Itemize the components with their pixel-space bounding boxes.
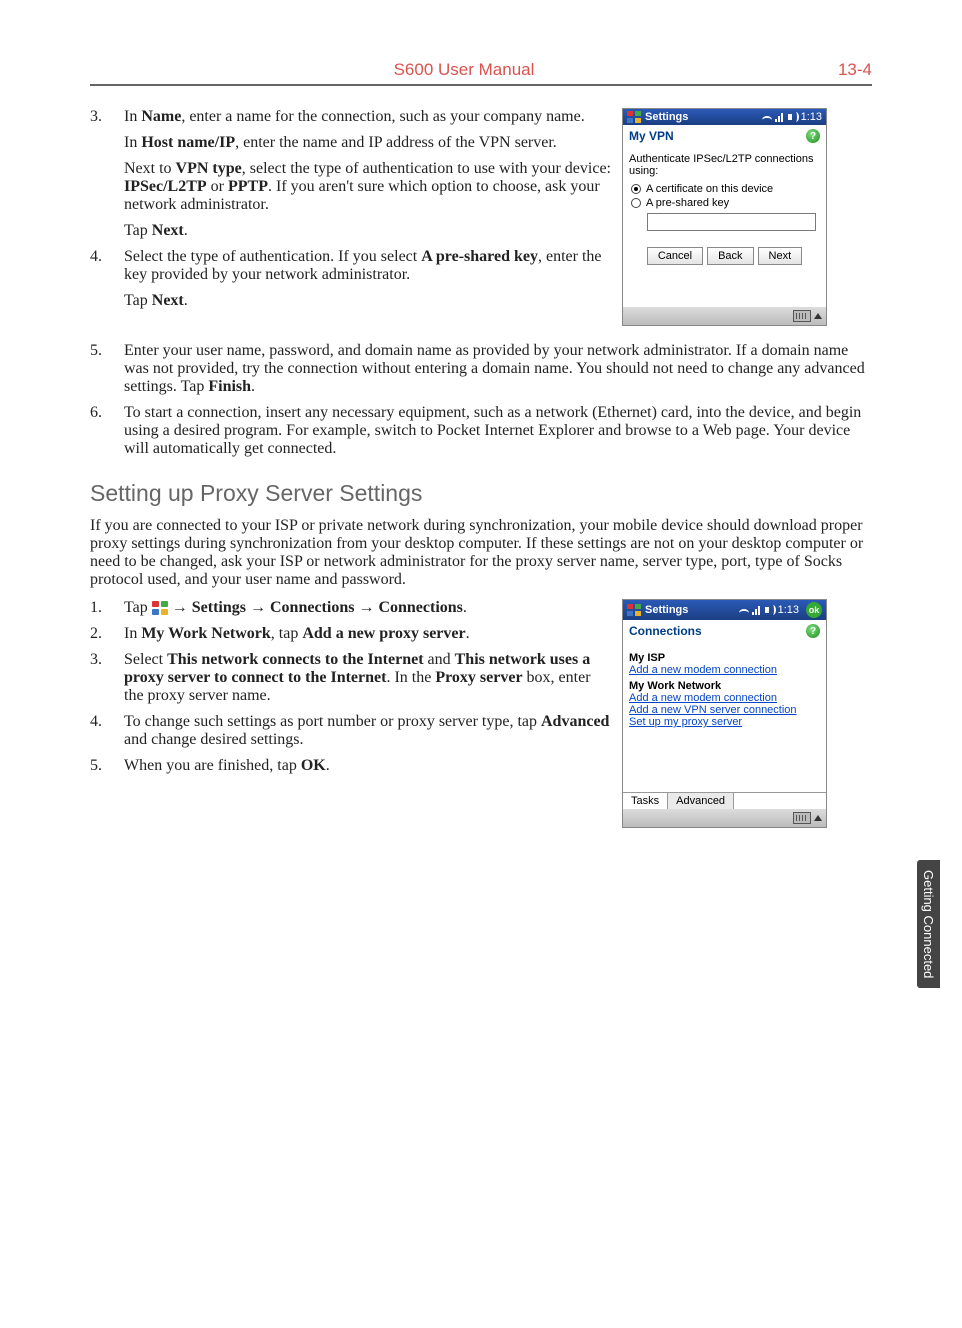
step-number: 5. — [90, 757, 116, 775]
connectivity-icon — [762, 112, 772, 122]
device-subtitle-row: Connections ? — [623, 620, 826, 642]
step-text: In Name, enter a name for the connection… — [124, 108, 585, 125]
device-bottombar — [623, 809, 826, 827]
windows-flag-icon — [627, 111, 641, 123]
clock: 1:13 — [778, 604, 799, 616]
proxy-step-1: 1. Tap → Settings → Connections → Connec… — [124, 599, 612, 617]
device-subtitle-row: My VPN ? — [623, 125, 826, 147]
device-subtitle: My VPN — [629, 129, 674, 143]
setup-proxy-link[interactable]: Set up my proxy server — [629, 716, 820, 728]
step-4: 4. Select the type of authentication. If… — [124, 248, 612, 310]
add-modem-link-work[interactable]: Add a new modem connection — [629, 692, 820, 704]
windows-flag-icon — [627, 604, 641, 616]
chapter-side-tab: Getting Connected — [917, 860, 940, 988]
step-3: 3. In Name, enter a name for the connect… — [124, 108, 612, 240]
back-button[interactable]: Back — [707, 247, 753, 265]
help-icon[interactable]: ? — [806, 624, 820, 638]
auth-prompt: Authenticate IPSec/L2TP connections usin… — [629, 153, 820, 177]
device-titlebar: Settings 1:13 — [623, 109, 826, 125]
signal-icon — [775, 112, 785, 122]
help-icon[interactable]: ? — [806, 129, 820, 143]
add-vpn-link[interactable]: Add a new VPN server connection — [629, 704, 820, 716]
section-heading: Setting up Proxy Server Settings — [90, 480, 872, 507]
step-number: 4. — [90, 713, 116, 731]
step-number: 3. — [90, 651, 116, 669]
proxy-step-2: 2. In My Work Network, tap Add a new pro… — [124, 625, 612, 643]
my-work-heading: My Work Network — [629, 680, 820, 692]
step-text: To change such settings as port number o… — [124, 713, 609, 748]
signal-icon — [752, 605, 762, 615]
step-text: Tap Next. — [124, 222, 612, 240]
connectivity-icon — [739, 605, 749, 615]
add-modem-link-isp[interactable]: Add a new modem connection — [629, 664, 820, 676]
page-header: S600 User Manual 13-4 — [90, 60, 872, 84]
ok-button[interactable]: ok — [806, 602, 822, 618]
device-bottombar — [623, 307, 826, 325]
radio-preshared-key[interactable]: A pre-shared key — [631, 197, 820, 209]
titlebar-label: Settings — [645, 604, 688, 616]
radio-label: A certificate on this device — [646, 183, 773, 195]
preshared-key-input[interactable] — [647, 213, 816, 231]
page-number: 13-4 — [838, 60, 872, 80]
proxy-step-3: 3. Select This network connects to the I… — [124, 651, 612, 705]
radio-certificate[interactable]: A certificate on this device — [631, 183, 820, 195]
step-number: 1. — [90, 599, 116, 617]
header-rule — [90, 84, 872, 86]
keyboard-icon[interactable] — [793, 310, 811, 322]
keyboard-icon[interactable] — [793, 812, 811, 824]
step-number: 5. — [90, 342, 116, 360]
volume-icon — [765, 605, 775, 615]
device-subtitle: Connections — [629, 624, 702, 638]
step-number: 3. — [90, 108, 116, 126]
cancel-button[interactable]: Cancel — [647, 247, 703, 265]
step-text: In My Work Network, tap Add a new proxy … — [124, 625, 470, 642]
step-text: In Host name/IP, enter the name and IP a… — [124, 134, 612, 152]
step-number: 4. — [90, 248, 116, 266]
step-text: Select This network connects to the Inte… — [124, 651, 591, 704]
step-text: Enter your user name, password, and doma… — [124, 342, 865, 395]
menu-up-icon[interactable] — [814, 815, 822, 821]
step-text: Next to VPN type, select the type of aut… — [124, 160, 612, 214]
step-number: 6. — [90, 404, 116, 422]
proxy-step-4: 4. To change such settings as port numbe… — [124, 713, 612, 749]
step-5: 5. Enter your user name, password, and d… — [124, 342, 872, 396]
my-isp-heading: My ISP — [629, 652, 820, 664]
device-screenshot-connections: Settings 1:13 ok Connections ? My ISP — [622, 599, 827, 828]
proxy-step-5: 5. When you are finished, tap OK. — [124, 757, 612, 775]
menu-up-icon[interactable] — [814, 313, 822, 319]
manual-title: S600 User Manual — [394, 60, 535, 80]
device-screenshot-vpn: Settings 1:13 My VPN ? Authenticate IPSe… — [622, 108, 827, 326]
tab-tasks[interactable]: Tasks — [623, 793, 668, 809]
step-text: Tap Next. — [124, 292, 612, 310]
step-text: To start a connection, insert any necess… — [124, 404, 861, 457]
device-titlebar: Settings 1:13 ok — [623, 600, 826, 620]
radio-icon[interactable] — [631, 184, 641, 194]
section-paragraph: If you are connected to your ISP or priv… — [90, 517, 872, 589]
step-text: Tap → Settings → Connections → Connectio… — [124, 599, 467, 616]
volume-icon — [788, 112, 798, 122]
clock: 1:13 — [801, 111, 822, 123]
radio-icon[interactable] — [631, 198, 641, 208]
device-tab-row: Tasks Advanced — [623, 792, 826, 809]
titlebar-label: Settings — [645, 111, 688, 123]
step-6: 6. To start a connection, insert any nec… — [124, 404, 872, 458]
step-number: 2. — [90, 625, 116, 643]
radio-label: A pre-shared key — [646, 197, 729, 209]
step-text: When you are finished, tap OK. — [124, 757, 330, 774]
step-text: Select the type of authentication. If yo… — [124, 248, 602, 283]
next-button[interactable]: Next — [758, 247, 803, 265]
start-icon — [152, 601, 168, 615]
tab-advanced[interactable]: Advanced — [668, 793, 734, 809]
